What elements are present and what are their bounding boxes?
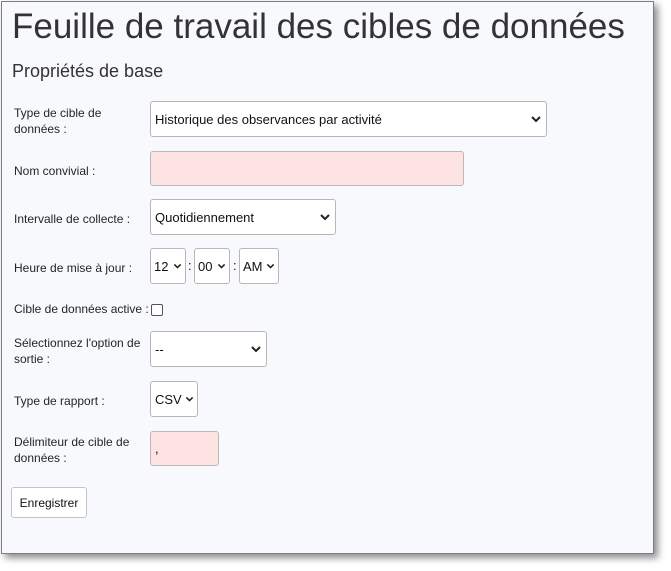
hour-select[interactable]: 12	[150, 248, 186, 284]
chevron-down-icon	[185, 396, 194, 402]
save-button[interactable]: Enregistrer	[11, 487, 87, 518]
page-title: Feuille de travail des cibles de données	[12, 7, 625, 46]
report-type-value: CSV	[155, 391, 182, 407]
update-time-label: Heure de mise à jour :	[14, 261, 133, 275]
minute-value: 00	[198, 258, 213, 274]
chevron-down-icon	[320, 214, 330, 221]
friendly-name-label: Nom convivial :	[14, 164, 96, 178]
collection-interval-label: Intervalle de collecte :	[14, 212, 131, 226]
friendly-name-input[interactable]	[150, 151, 464, 186]
target-type-value: Historique des observances par activité	[155, 111, 382, 127]
target-type-label: Type de cible de données :	[14, 106, 102, 136]
chevron-down-icon	[173, 263, 182, 269]
time-separator: :	[188, 258, 192, 273]
target-type-select[interactable]: Historique des observances par activité	[150, 101, 547, 137]
worksheet-panel: Feuille de travail des cibles de données…	[1, 1, 654, 554]
ampm-select[interactable]: AM	[239, 248, 279, 284]
chevron-down-icon	[531, 116, 541, 123]
delimiter-value: ,	[155, 441, 159, 456]
collection-interval-value: Quotidiennement	[155, 209, 255, 225]
minute-select[interactable]: 00	[194, 248, 230, 284]
chevron-down-icon	[266, 263, 275, 269]
report-type-label: Type de rapport :	[14, 394, 105, 408]
output-option-value: --	[155, 341, 164, 357]
time-separator: :	[233, 258, 237, 273]
chevron-down-icon	[251, 346, 261, 353]
section-title: Propriétés de base	[12, 61, 164, 81]
hour-value: 12	[154, 258, 169, 274]
active-label: Cible de données active :	[14, 302, 149, 316]
collection-interval-select[interactable]: Quotidiennement	[150, 199, 336, 235]
output-option-label: Sélectionnez l'option de sortie :	[14, 336, 141, 366]
output-option-select[interactable]: --	[150, 331, 267, 367]
delimiter-input[interactable]: ,	[150, 431, 219, 466]
active-checkbox[interactable]	[151, 304, 163, 316]
chevron-down-icon	[217, 263, 226, 269]
delimiter-label: Délimiteur de cible de données :	[14, 435, 130, 465]
report-type-select[interactable]: CSV	[150, 381, 198, 417]
ampm-value: AM	[243, 258, 263, 274]
